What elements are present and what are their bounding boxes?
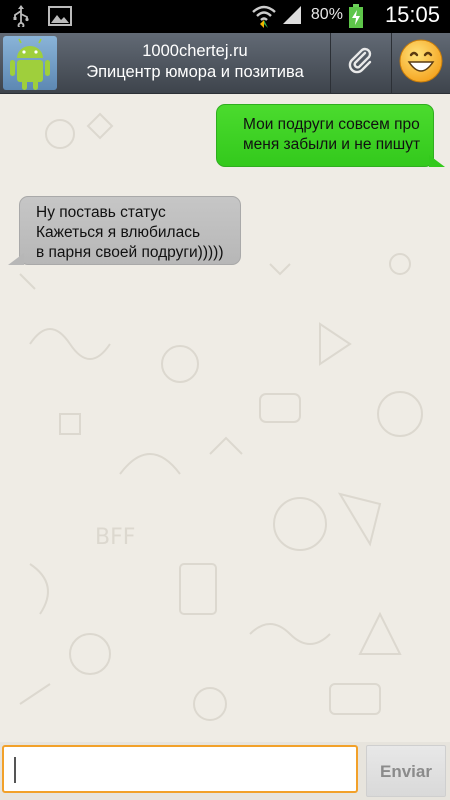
chat-area[interactable]: BFF Мои подруги совсем про меня забыли и… <box>0 94 450 742</box>
message-line: Кажеться я влюбилась <box>36 224 201 241</box>
composer-bar: Enviar <box>0 742 450 800</box>
usb-icon <box>10 5 34 29</box>
message-line: меня забыли и не пишут <box>243 136 421 153</box>
wallpaper-doodles: BFF <box>19 112 423 721</box>
avatar[interactable] <box>3 36 57 90</box>
message-outgoing[interactable]: Мои подруги совсем про меня забыли и не … <box>216 104 445 167</box>
battery-charging-icon <box>348 4 373 28</box>
svg-text:BFF: BFF <box>95 525 135 550</box>
text-cursor <box>14 757 16 783</box>
emoji-button[interactable] <box>391 33 450 93</box>
smiley-icon <box>398 38 444 88</box>
message-line: Мои подруги совсем про <box>243 116 420 133</box>
contact-status[interactable]: Эпицентр юмора и позитива <box>70 62 320 82</box>
android-icon <box>3 38 57 90</box>
message-input[interactable] <box>2 745 358 793</box>
contact-name[interactable]: 1000chertej.ru <box>70 41 320 61</box>
battery-percent: 80% <box>310 6 343 23</box>
image-icon <box>48 5 72 27</box>
clock: 15:05 <box>384 2 440 27</box>
bubble-tail <box>429 155 445 167</box>
chat-header: 1000chertej.ru Эпицентр юмора и позитива <box>0 33 450 94</box>
signal-icon <box>281 4 305 26</box>
paperclip-icon <box>345 45 377 81</box>
message-incoming[interactable]: Ну поставь статус Кажеться я влюбилась в… <box>8 196 241 265</box>
status-bar: 80% 15:05 <box>0 0 450 33</box>
message-line: в парня своей подруги))))) <box>36 244 224 261</box>
attach-button[interactable] <box>330 33 392 93</box>
wifi-icon <box>251 4 276 28</box>
send-button[interactable]: Enviar <box>366 745 446 797</box>
message-line: Ну поставь статус <box>36 204 166 221</box>
bubble-tail <box>8 253 24 265</box>
